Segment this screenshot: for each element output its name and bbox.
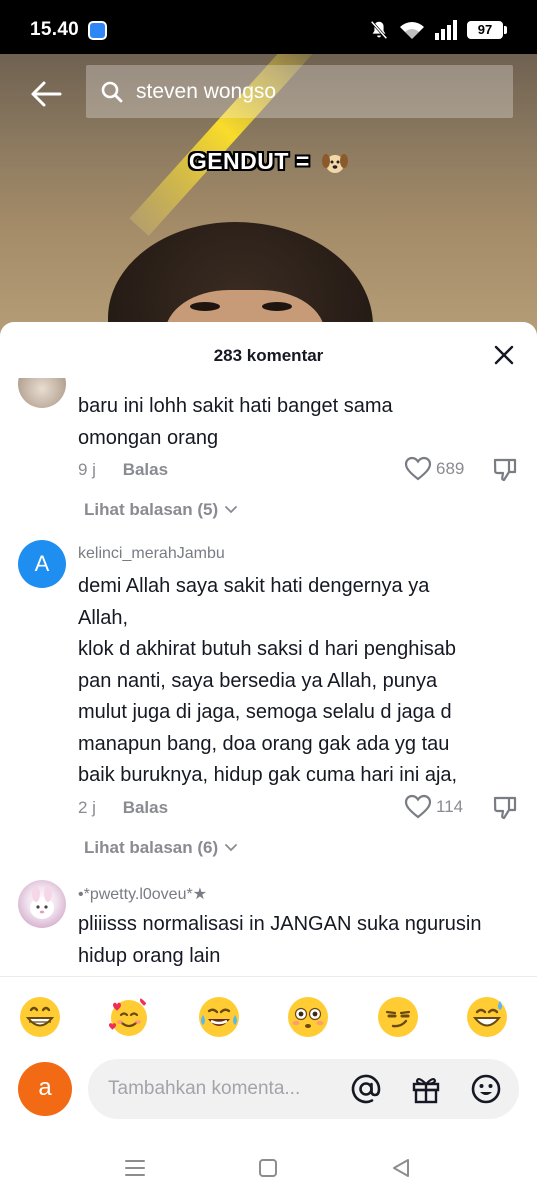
cartoon-avatar-icon (30, 886, 54, 919)
comment-text: pliiisss normalisasi in JANGAN suka ngur… (78, 913, 482, 967)
video-person-eye (262, 302, 292, 311)
search-query: steven wongso (136, 79, 277, 103)
comment-username: kelinci_merahJambu (78, 545, 225, 562)
comment-input[interactable]: Tambahkan komenta... (88, 1059, 519, 1119)
like-count: 114 (436, 797, 464, 816)
wifi-icon (400, 22, 424, 39)
avatar[interactable]: A (18, 540, 66, 588)
battery-icon: 97 (467, 21, 507, 39)
emoji-quick-bar (0, 976, 537, 1054)
reply-button[interactable]: Balas (123, 798, 168, 817)
menu-icon (125, 1160, 145, 1176)
view-replies-button[interactable]: Lihat balasan (6) (84, 838, 238, 858)
like-button[interactable]: 689 (404, 456, 464, 482)
heart-icon (404, 794, 432, 819)
status-icons: 97 (368, 18, 507, 42)
signal-icon (435, 20, 457, 40)
video-caption: GENDUT = (0, 148, 537, 175)
system-nav-bar (0, 1140, 537, 1199)
flushed-face-icon[interactable] (286, 995, 330, 1039)
like-button[interactable]: 114 (404, 794, 463, 820)
my-avatar[interactable]: a (18, 1062, 72, 1116)
search-icon (101, 81, 123, 102)
emoji-picker-button[interactable] (470, 1073, 502, 1105)
comments-sheet: 283 komentar baru ini lohh sakit hati ba… (0, 322, 537, 1199)
gift-button[interactable] (410, 1073, 442, 1105)
app-notification-icon (88, 21, 107, 40)
heart-icon (404, 456, 432, 481)
back-button[interactable] (26, 74, 66, 114)
mention-button[interactable] (350, 1073, 382, 1105)
at-sign-icon (351, 1074, 381, 1104)
chevron-down-icon (225, 844, 238, 852)
square-icon (259, 1159, 277, 1177)
recent-apps-button[interactable] (123, 1156, 147, 1180)
grinning-sweat-face-icon[interactable] (465, 995, 509, 1039)
view-replies-label: Lihat balasan (5) (84, 500, 219, 519)
triangle-back-icon (393, 1159, 409, 1177)
like-count: 689 (436, 459, 465, 478)
bell-muted-icon (370, 20, 388, 40)
reply-button[interactable]: Balas (123, 460, 168, 479)
gift-icon (412, 1077, 440, 1104)
screen: 15.40 97 steven wongso GENDUT = 283 kome… (0, 0, 537, 1199)
close-icon (494, 345, 514, 365)
status-time: 15.40 (30, 19, 80, 40)
close-button[interactable] (490, 341, 518, 369)
search-input[interactable]: steven wongso (86, 65, 513, 118)
thumbs-down-icon[interactable] (492, 795, 518, 821)
chevron-down-icon (225, 506, 238, 514)
avatar[interactable] (18, 378, 66, 408)
comment-meta: 9 j Balas (78, 460, 168, 480)
smirking-face-icon[interactable] (376, 995, 420, 1039)
comment-username: •*pwetty.l0oveu*★ (78, 886, 208, 903)
arrow-left-icon (31, 81, 62, 107)
home-button[interactable] (256, 1156, 280, 1180)
smiley-icon (471, 1074, 501, 1104)
video-caption-text: GENDUT = (188, 148, 310, 174)
view-replies-button[interactable]: Lihat balasan (5) (84, 500, 238, 520)
system-back-button[interactable] (389, 1156, 413, 1180)
avatar-letter: A (34, 551, 50, 576)
comment-time: 2 j (78, 798, 96, 817)
dog-face-icon (322, 153, 349, 173)
avatar[interactable] (18, 880, 66, 928)
comment-placeholder: Tambahkan komenta... (108, 1078, 301, 1099)
comment-text: demi Allah saya sakit hati dengernya ya … (78, 575, 458, 786)
video-person-eye (190, 302, 220, 311)
smiling-face-with-hearts-icon[interactable] (107, 995, 151, 1039)
status-bar: 15.40 97 (0, 0, 537, 54)
comments-count-title: 283 komentar (213, 346, 324, 365)
thumbs-down-icon[interactable] (492, 457, 518, 483)
comment-meta: 2 j Balas (78, 798, 168, 818)
grinning-face-icon[interactable] (18, 995, 62, 1039)
comment-input-row: a Tambahkan komenta... (0, 1056, 537, 1126)
comments-list[interactable]: baru ini lohh sakit hati banget sama omo… (0, 378, 537, 976)
comment-time: 9 j (78, 460, 96, 479)
tears-of-joy-face-icon[interactable] (197, 995, 241, 1039)
view-replies-label: Lihat balasan (6) (84, 838, 219, 857)
comment-text: baru ini lohh sakit hati banget sama omo… (78, 395, 393, 449)
